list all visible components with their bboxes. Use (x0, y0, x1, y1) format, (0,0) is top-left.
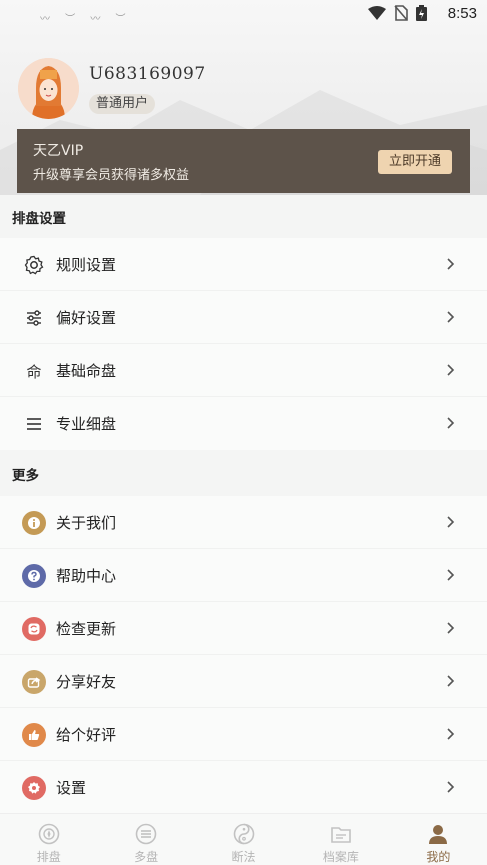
user-level-badge: 普通用户 (89, 94, 156, 114)
sliders-icon (22, 306, 46, 330)
thumbs-up-icon (22, 723, 46, 747)
bottom-tab-bar: 排盘 多盘 断法 档案库 我的 (0, 813, 487, 865)
status-time: 8:53 (447, 5, 477, 22)
refresh-icon (22, 617, 46, 641)
row-give-rating[interactable]: 给个好评 (0, 708, 487, 761)
tab-duanfa[interactable]: 断法 (195, 814, 292, 865)
ming-char-icon: 命 (26, 362, 42, 381)
chevron-right-icon (447, 569, 455, 581)
row-label: 分享好友 (56, 673, 117, 691)
chevron-right-icon (447, 258, 455, 270)
folder-icon (329, 822, 353, 845)
tab-archive[interactable]: 档案库 (292, 814, 389, 865)
vip-title: 天乙VIP (33, 143, 84, 159)
row-label: 检查更新 (56, 620, 117, 638)
row-label: 基础命盘 (56, 362, 117, 380)
more-group: 关于我们 帮助中心 检查更新 分享好友 给个好评 设置 (0, 496, 487, 814)
avatar[interactable] (18, 58, 79, 119)
row-label: 专业细盘 (56, 415, 117, 433)
vip-open-button[interactable]: 立即开通 (378, 150, 452, 174)
menu-lines-icon (22, 412, 46, 436)
tab-label: 我的 (426, 850, 451, 864)
chevron-right-icon (447, 311, 455, 323)
chevron-right-icon (447, 728, 455, 740)
chevron-right-icon (447, 781, 455, 793)
row-check-update[interactable]: 检查更新 (0, 602, 487, 655)
row-rule-settings[interactable]: 规则设置 (0, 238, 487, 291)
chevron-right-icon (447, 417, 455, 429)
paipan-settings-group: 规则设置 偏好设置 命 基础命盘 专业细盘 (0, 238, 487, 450)
row-label: 给个好评 (56, 726, 117, 744)
row-label: 设置 (56, 779, 87, 797)
profile-header: 〰 ︶ 〰 ︶ 8:53 U683169097 普通用户 天乙VIP 升级尊享会… (0, 0, 487, 195)
tab-label: 断法 (231, 850, 256, 864)
battery-icon (416, 5, 427, 21)
tab-label: 排盘 (36, 850, 61, 864)
stack-icon (134, 822, 158, 845)
settings-icon (22, 776, 46, 800)
username: U683169097 (89, 64, 206, 84)
yin-yang-icon (232, 822, 256, 845)
row-label: 规则设置 (56, 256, 117, 274)
gear-icon (22, 253, 46, 277)
avatar-portrait-icon (18, 58, 79, 119)
vip-subtitle: 升级尊享会员获得诸多权益 (33, 168, 190, 183)
section-title-paipan: 排盘设置 (12, 211, 66, 227)
row-help-center[interactable]: 帮助中心 (0, 549, 487, 602)
tab-label: 档案库 (322, 850, 359, 864)
wifi-icon (368, 6, 386, 20)
section-title-more: 更多 (12, 468, 39, 484)
row-label: 偏好设置 (56, 309, 117, 327)
row-professional-chart[interactable]: 专业细盘 (0, 397, 487, 450)
compass-icon (37, 822, 61, 845)
tab-duopan[interactable]: 多盘 (97, 814, 194, 865)
no-sim-icon (394, 5, 408, 21)
chevron-right-icon (447, 622, 455, 634)
chevron-right-icon (447, 675, 455, 687)
row-basic-chart[interactable]: 命 基础命盘 (0, 344, 487, 397)
info-icon (22, 511, 46, 535)
status-bar: 8:53 (0, 0, 487, 28)
row-label: 关于我们 (56, 514, 117, 532)
row-settings[interactable]: 设置 (0, 761, 487, 814)
tab-mine[interactable]: 我的 (390, 814, 487, 865)
chevron-right-icon (447, 364, 455, 376)
status-icons (368, 5, 427, 21)
vip-banner[interactable]: 天乙VIP 升级尊享会员获得诸多权益 立即开通 (17, 129, 470, 193)
tab-label: 多盘 (134, 850, 159, 864)
row-label: 帮助中心 (56, 567, 117, 585)
help-icon (22, 564, 46, 588)
row-share-friends[interactable]: 分享好友 (0, 655, 487, 708)
row-preference-settings[interactable]: 偏好设置 (0, 291, 487, 344)
row-about-us[interactable]: 关于我们 (0, 496, 487, 549)
chevron-right-icon (447, 516, 455, 528)
share-icon (22, 670, 46, 694)
tab-paipan[interactable]: 排盘 (0, 814, 97, 865)
user-icon (426, 822, 450, 845)
